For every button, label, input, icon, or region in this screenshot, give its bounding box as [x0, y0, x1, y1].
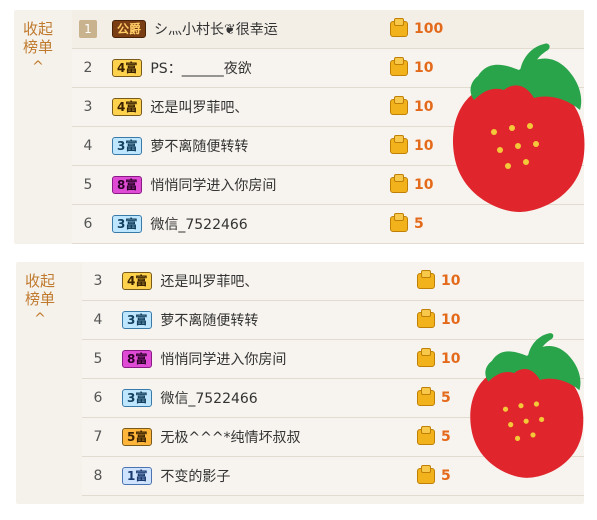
user-name-link[interactable]: 悄悄同学进入你房间: [150, 175, 276, 195]
gold-coin-stack-icon: [390, 135, 408, 154]
chevron-up-icon: ^: [34, 311, 46, 327]
rank-badge: 3富: [112, 137, 143, 155]
gold-coin-stack-icon: [390, 18, 408, 37]
coin-amount: 10: [417, 348, 461, 367]
coin-value: 5: [441, 468, 451, 484]
coin-amount: 10: [417, 270, 461, 289]
coin-amount: 5: [390, 213, 424, 232]
rank-number: 4: [93, 312, 103, 328]
gold-coin-stack-icon: [390, 213, 408, 232]
collapse-label-line2: 榜单: [22, 38, 53, 56]
collapse-label-line1: 收起: [24, 272, 55, 290]
gold-coin-stack-icon: [417, 348, 435, 367]
rank-badge: 8富: [122, 350, 153, 368]
collapse-label-line1: 收起: [22, 20, 53, 38]
user-name-link[interactable]: 萝不离随便转转: [160, 310, 258, 330]
gold-coin-stack-icon: [417, 426, 435, 445]
collapse-label-line2: 榜单: [24, 290, 55, 308]
rank-number: 3: [93, 273, 103, 289]
gold-coin-stack-icon: [417, 270, 435, 289]
coin-value: 10: [441, 312, 461, 328]
rank-badge: 5富: [122, 428, 153, 446]
chevron-up-icon: ^: [32, 59, 44, 75]
user-name-link[interactable]: 微信_7522466: [150, 214, 247, 234]
user-name-link[interactable]: PS：______夜欲: [150, 58, 251, 78]
gold-coin-stack-icon: [417, 387, 435, 406]
coin-value: 5: [414, 216, 424, 232]
coin-amount: 5: [417, 465, 451, 484]
rank-badge: 1富: [122, 467, 153, 485]
user-name-link[interactable]: 无极^^^*纯情坏叔叔: [160, 427, 300, 447]
coin-amount: 10: [390, 174, 434, 193]
coin-value: 10: [414, 138, 434, 154]
rank-badge: 4富: [112, 59, 143, 77]
user-name-link[interactable]: 还是叫罗菲吧、: [150, 97, 248, 117]
collapse-leaderboard-button[interactable]: 收起 榜单 ^: [14, 20, 62, 76]
coin-value: 5: [441, 390, 451, 406]
collapse-leaderboard-button[interactable]: 收起 榜单 ^: [16, 272, 64, 328]
rank-badge: 3富: [112, 215, 143, 233]
rank-number: 6: [93, 390, 103, 406]
coin-value: 10: [441, 273, 461, 289]
coin-amount: 10: [390, 57, 434, 76]
rank-number: 2: [83, 60, 93, 76]
gold-coin-stack-icon: [390, 174, 408, 193]
rank-number: 7: [93, 429, 103, 445]
coin-value: 10: [414, 99, 434, 115]
user-name-link[interactable]: 微信_7522466: [160, 388, 257, 408]
rank-badge: 8富: [112, 176, 143, 194]
coin-value: 10: [414, 60, 434, 76]
rank-badge: 4富: [122, 272, 153, 290]
leaderboard-row[interactable]: 3 4富 还是叫罗菲吧、 10: [82, 262, 584, 301]
coin-amount: 10: [390, 96, 434, 115]
gold-coin-stack-icon: [390, 57, 408, 76]
rank-badge: 3富: [122, 311, 153, 329]
strawberry-icon: [452, 43, 585, 212]
rank-number: 1: [79, 20, 97, 38]
rank-number: 6: [83, 216, 93, 232]
user-name-link[interactable]: シ灬小村长❦很幸运: [154, 19, 278, 39]
gold-coin-stack-icon: [417, 465, 435, 484]
rank-badge: 公爵: [112, 20, 147, 38]
rank-number: 4: [83, 138, 93, 154]
coin-amount: 10: [390, 135, 434, 154]
rank-number: 5: [83, 177, 93, 193]
user-name-link[interactable]: 不变的影子: [160, 466, 230, 486]
strawberry-icon: [470, 333, 584, 478]
coin-value: 10: [441, 351, 461, 367]
coin-amount: 10: [417, 309, 461, 328]
rank-number: 5: [93, 351, 103, 367]
rank-badge: 3富: [122, 389, 153, 407]
user-name-link[interactable]: 萝不离随便转转: [150, 136, 248, 156]
coin-amount: 5: [417, 426, 451, 445]
coin-value: 100: [414, 21, 444, 37]
user-name-link[interactable]: 还是叫罗菲吧、: [160, 271, 258, 291]
rank-number: 3: [83, 99, 93, 115]
rank-badge: 4富: [112, 98, 143, 116]
rank-number: 8: [93, 468, 103, 484]
gold-coin-stack-icon: [417, 309, 435, 328]
coin-value: 10: [414, 177, 434, 193]
user-name-link[interactable]: 悄悄同学进入你房间: [160, 349, 286, 369]
coin-value: 5: [441, 429, 451, 445]
coin-amount: 5: [417, 387, 451, 406]
coin-amount: 100: [390, 18, 444, 37]
gold-coin-stack-icon: [390, 96, 408, 115]
